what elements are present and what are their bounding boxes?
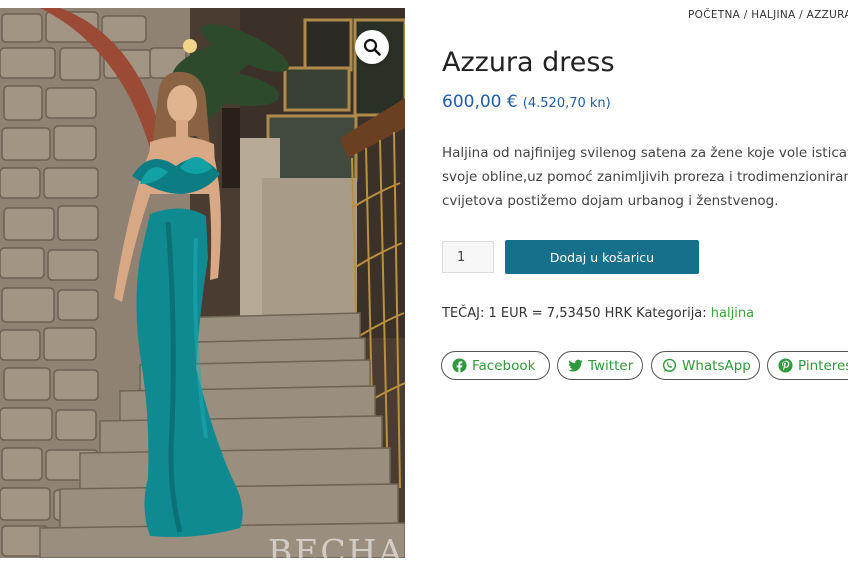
description-line: Haljina od najfinijeg svilenog satena za… — [442, 145, 848, 161]
magnifier-icon — [363, 38, 381, 56]
image-watermark: BECHA — [268, 532, 405, 558]
product-image[interactable]: BECHA — [0, 8, 405, 558]
breadcrumb-separator: / — [799, 9, 803, 21]
share-pinterest-label: Pinterest — [798, 357, 848, 374]
share-twitter-button[interactable]: Twitter — [557, 351, 643, 380]
share-whatsapp-label: WhatsApp — [682, 357, 751, 374]
product-meta: TEČAJ: 1 EUR = 7,53450 HRK Kategorija: h… — [442, 306, 754, 321]
breadcrumb-category[interactable]: HALJINA — [751, 9, 795, 21]
breadcrumb: POČETNA / HALJINA / AZZURA — [688, 9, 848, 21]
dress-photo — [0, 8, 405, 558]
product-price: 600,00 € (4.520,70 kn) — [442, 92, 611, 112]
category-label: Kategorija: — [636, 306, 707, 321]
share-whatsapp-button[interactable]: WhatsApp — [651, 351, 760, 380]
pinterest-icon — [778, 358, 793, 373]
price-eur: 600,00 € — [442, 92, 518, 112]
twitter-icon — [568, 358, 583, 373]
product-description: Haljina od najfinijeg svilenog satena za… — [442, 141, 848, 213]
share-facebook-label: Facebook — [472, 357, 536, 374]
price-kn: (4.520,70 kn) — [522, 96, 611, 111]
share-pinterest-button[interactable]: Pinterest — [767, 351, 848, 380]
zoom-button[interactable] — [355, 30, 389, 64]
facebook-icon — [452, 358, 467, 373]
category-link[interactable]: haljina — [711, 306, 754, 321]
description-line: svoje obline,uz pomoć zanimljivih prorez… — [442, 169, 848, 185]
breadcrumb-current: AZZURA — [806, 9, 848, 21]
whatsapp-icon — [662, 358, 677, 373]
exchange-rate: TEČAJ: 1 EUR = 7,53450 HRK — [442, 306, 633, 321]
share-twitter-label: Twitter — [588, 357, 634, 374]
share-facebook-button[interactable]: Facebook — [441, 351, 550, 380]
breadcrumb-home[interactable]: POČETNA — [688, 9, 740, 21]
product-title: Azzura dress — [442, 47, 615, 78]
add-to-cart-button[interactable]: Dodaj u košaricu — [505, 240, 699, 274]
quantity-input[interactable] — [442, 241, 494, 273]
description-line: cvijetova postižemo dojam urbanog i žens… — [442, 193, 779, 209]
breadcrumb-separator: / — [743, 9, 748, 21]
